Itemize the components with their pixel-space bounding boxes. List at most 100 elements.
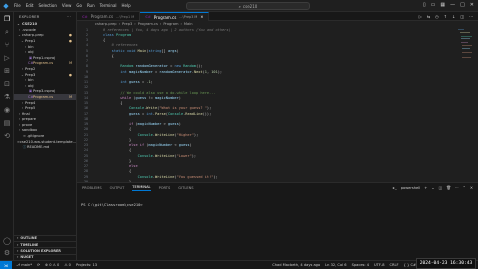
line-number: 3 xyxy=(86,38,88,43)
breadcrumb-item[interactable]: Program xyxy=(163,22,178,26)
git-branch-status[interactable]: ⎇ main* xyxy=(16,263,32,267)
more-actions-icon[interactable]: ··· xyxy=(469,14,473,19)
chevron-right-icon: › xyxy=(17,255,19,260)
close-icon[interactable]: ✕ xyxy=(200,15,203,19)
menu-edit[interactable]: Edit xyxy=(26,3,34,8)
terminal-output[interactable]: PS C:\git\Classroom\cse210> xyxy=(77,192,478,207)
account-icon[interactable]: ◯ xyxy=(2,236,12,246)
breadcrumb-item[interactable]: csharp-prep xyxy=(95,22,117,26)
line-number: 20 xyxy=(84,127,88,132)
editor-tabs: C# Program.cs ...\Prep1 M C# Program.cs … xyxy=(77,12,478,21)
language-status[interactable]: { } C# xyxy=(404,263,416,267)
close-panel-icon[interactable]: ✕ xyxy=(470,185,473,190)
remote-explorer-icon[interactable]: ⊡ xyxy=(2,79,12,89)
trash-icon[interactable]: 🗑 xyxy=(446,185,451,190)
terminal-selector[interactable]: powershell xyxy=(401,186,420,190)
split-editor-icon[interactable]: ◫ xyxy=(460,14,464,19)
code-text: } xyxy=(103,158,132,163)
minimap[interactable] xyxy=(458,27,472,67)
tab-prep1-program[interactable]: C# Program.cs ...\Prep1 M xyxy=(77,12,141,21)
cursor-position-status[interactable]: Ln 32, Col 6 xyxy=(325,263,346,267)
menu-view[interactable]: View xyxy=(62,3,72,8)
terminal-shell-icon: ▸_ xyxy=(392,185,397,190)
git-status-badge: M xyxy=(69,94,72,99)
indentation-status[interactable]: Spaces: 4 xyxy=(352,263,369,267)
tab-output[interactable]: OUTPUT xyxy=(110,186,125,190)
new-terminal-icon[interactable]: + xyxy=(424,185,427,190)
minimize-icon[interactable]: — xyxy=(450,2,455,8)
tab-path: ...\Prep3 M xyxy=(179,15,198,19)
timeline-icon[interactable]: ⟲ xyxy=(2,131,12,141)
tab-problems[interactable]: PROBLEMS xyxy=(82,186,102,190)
line-number: 5 xyxy=(86,48,88,53)
run-icon[interactable]: ▷ xyxy=(419,14,422,19)
compare-icon[interactable]: ⇆ xyxy=(427,14,430,19)
section-timeline-label: TIMELINE xyxy=(20,242,39,247)
chevron-down-icon[interactable]: ⌄ xyxy=(431,185,434,190)
menu-go[interactable]: Go xyxy=(76,3,82,8)
previous-change-icon[interactable]: ↑ xyxy=(444,14,447,19)
warnings-status[interactable]: ⚠ 0 xyxy=(64,263,71,267)
blame-status[interactable]: Chad Macbeth, 4 days ago xyxy=(272,263,320,267)
git-status-badge: ● xyxy=(69,72,72,77)
extensions-icon[interactable]: ⊞ xyxy=(2,66,12,76)
sync-status[interactable]: ⟳ xyxy=(37,263,40,267)
more-actions-icon[interactable]: ··· xyxy=(67,15,71,19)
code-text: else xyxy=(128,164,138,169)
section-nuget-label: NUGET xyxy=(20,255,34,260)
code-text: // We could also use a do-while loop her… xyxy=(120,90,216,95)
maximize-panel-icon[interactable]: ⌃ xyxy=(463,185,466,190)
encoding-status[interactable]: UTF-8 xyxy=(374,263,384,267)
git-history-icon[interactable]: ◷ xyxy=(435,14,439,19)
manage-gear-icon[interactable]: ⚙ xyxy=(2,248,12,258)
search-icon[interactable]: ⌕ xyxy=(2,27,12,37)
tab-ports[interactable]: PORTS xyxy=(159,186,171,190)
tree-item-label: prove xyxy=(22,122,33,127)
line-number: 4 xyxy=(86,43,88,48)
tree-item-label: Prep2 xyxy=(25,66,36,71)
remote-indicator-icon[interactable]: ⋊ xyxy=(0,260,12,269)
menu-help[interactable]: Help xyxy=(122,3,131,8)
tab-prep3-program[interactable]: C# Program.cs ...\Prep3 M ✕ xyxy=(140,12,210,21)
docker-icon[interactable]: ▤ xyxy=(2,118,12,128)
layout-icon[interactable]: ▦ xyxy=(440,2,445,8)
explorer-icon[interactable]: ❐ xyxy=(2,14,12,24)
gitlens-icon[interactable]: ◉ xyxy=(2,105,12,115)
menu-file[interactable]: File xyxy=(14,3,21,8)
code-editor[interactable]: 1 0 references | You, 4 days ago | 2 auth… xyxy=(77,27,478,182)
tree-file[interactable]: ⓘ README.md xyxy=(14,144,76,150)
maximize-icon[interactable]: □ xyxy=(460,2,465,8)
next-change-icon[interactable]: ↓ xyxy=(452,14,455,19)
breadcrumb-item[interactable]: Prep3 xyxy=(122,22,132,26)
toggle-panel-icon[interactable]: ▭ xyxy=(431,2,436,8)
menu-terminal[interactable]: Terminal xyxy=(100,3,117,8)
line-ending-status[interactable]: CRLF xyxy=(390,263,399,267)
menu-selection[interactable]: Selection xyxy=(38,3,56,8)
tab-terminal[interactable]: TERMINAL xyxy=(132,185,151,191)
testing-icon[interactable]: ⚗ xyxy=(2,92,12,102)
menu-run[interactable]: Run xyxy=(87,3,95,8)
close-icon[interactable]: ✕ xyxy=(470,2,474,8)
more-actions-icon[interactable]: ··· xyxy=(455,185,459,190)
run-debug-icon[interactable]: ▷ xyxy=(2,53,12,63)
breadcrumb-item[interactable]: Main xyxy=(184,22,193,26)
line-number: 27 xyxy=(84,164,88,169)
section-outline-label: OUTLINE xyxy=(20,236,37,241)
code-text: { xyxy=(103,38,106,43)
projects-status[interactable]: Projects: 13 xyxy=(76,263,97,267)
bottom-panel: PROBLEMS OUTPUT TERMINAL PORTS GITLENS ▸… xyxy=(77,182,478,260)
code-text: Console.Write("What is your guess? "); xyxy=(128,106,212,111)
panel-actions: ▸_ powershell + ⌄ ◫ 🗑 ··· ⌃ ✕ xyxy=(393,184,473,191)
split-terminal-icon[interactable]: ◫ xyxy=(439,185,443,190)
toggle-sidebar-icon[interactable]: ▯ xyxy=(423,2,426,8)
tab-gitlens[interactable]: GITLENS xyxy=(178,186,193,190)
line-number: 18 xyxy=(84,116,88,121)
csharp-file-icon: C# xyxy=(145,15,151,19)
problems-status[interactable]: ⊗ 0 ⚠ 0 xyxy=(45,263,59,267)
command-center-search[interactable]: ⌕ cse210 xyxy=(186,2,310,10)
source-control-icon[interactable]: ⑂ xyxy=(2,40,12,50)
tree-item-label: Prep3.csproj xyxy=(33,89,56,94)
line-number: 10 xyxy=(84,74,88,79)
breadcrumb-item[interactable]: Program.cs xyxy=(138,22,158,26)
tree-item-label: Prep3 xyxy=(25,72,36,77)
